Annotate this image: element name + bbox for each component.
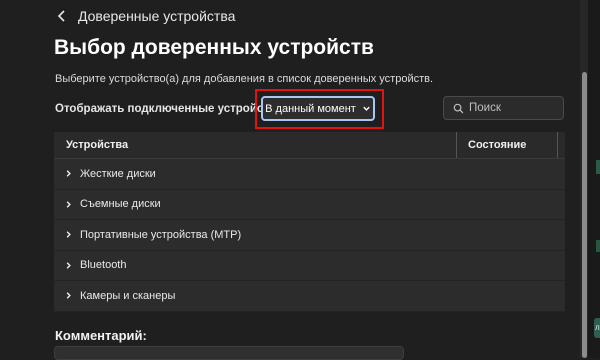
background-accent-mark xyxy=(596,240,600,252)
dropdown-selected-value: В данный момент xyxy=(265,102,356,115)
row-label: Камеры и сканеры xyxy=(80,289,176,302)
column-header-state[interactable]: Состояние xyxy=(468,139,526,151)
background-chip: ли xyxy=(594,318,600,338)
dropdown-highlight: В данный момент xyxy=(255,89,384,129)
chevron-right-icon[interactable] xyxy=(64,169,73,178)
row-label: Bluetooth xyxy=(80,259,127,272)
table-row-bluetooth[interactable]: Bluetooth xyxy=(54,251,565,281)
comment-label: Комментарий: xyxy=(55,328,147,343)
back-link-label: Доверенные устройства xyxy=(78,8,236,24)
table-row-hard-drives[interactable]: Жесткие диски xyxy=(54,159,565,190)
table-row-cameras-scanners[interactable]: Камеры и сканеры xyxy=(54,281,565,312)
table-row-removable-drives[interactable]: Съемные диски xyxy=(54,190,565,220)
background-window-edge xyxy=(588,0,600,358)
page-description: Выберите устройство(а) для добавления в … xyxy=(55,73,434,85)
row-label: Съемные диски xyxy=(80,198,161,211)
table-header: Устройства Состояние xyxy=(54,132,565,159)
chevron-left-icon xyxy=(57,10,65,22)
search-icon xyxy=(453,103,464,113)
column-divider[interactable] xyxy=(557,132,558,158)
chevron-right-icon[interactable] xyxy=(64,291,73,300)
row-label: Жесткие диски xyxy=(80,167,156,180)
connected-devices-dropdown[interactable]: В данный момент xyxy=(261,96,375,121)
chevron-down-icon xyxy=(363,106,370,111)
search-placeholder: Поиск xyxy=(469,102,501,114)
filter-row: Отображать подключенные устройства: xyxy=(55,98,286,120)
search-input[interactable]: Поиск xyxy=(443,96,564,120)
column-header-devices[interactable]: Устройства xyxy=(54,139,456,151)
devices-table: Устройства Состояние Жесткие диски Съемн… xyxy=(54,132,565,312)
table-row-portable-devices[interactable]: Портативные устройства (MTP) xyxy=(54,220,565,251)
filter-label: Отображать подключенные устройства: xyxy=(55,103,287,115)
background-accent-mark xyxy=(596,160,600,174)
chevron-right-icon[interactable] xyxy=(64,261,73,270)
column-divider[interactable] xyxy=(456,132,457,158)
back-row[interactable]: Доверенные устройства xyxy=(55,6,235,26)
page-title: Выбор доверенных устройств xyxy=(54,36,374,59)
chevron-right-icon[interactable] xyxy=(64,230,73,239)
row-label: Портативные устройства (MTP) xyxy=(80,228,242,241)
chevron-right-icon[interactable] xyxy=(64,200,73,209)
scrollbar-thumb[interactable] xyxy=(582,72,587,358)
